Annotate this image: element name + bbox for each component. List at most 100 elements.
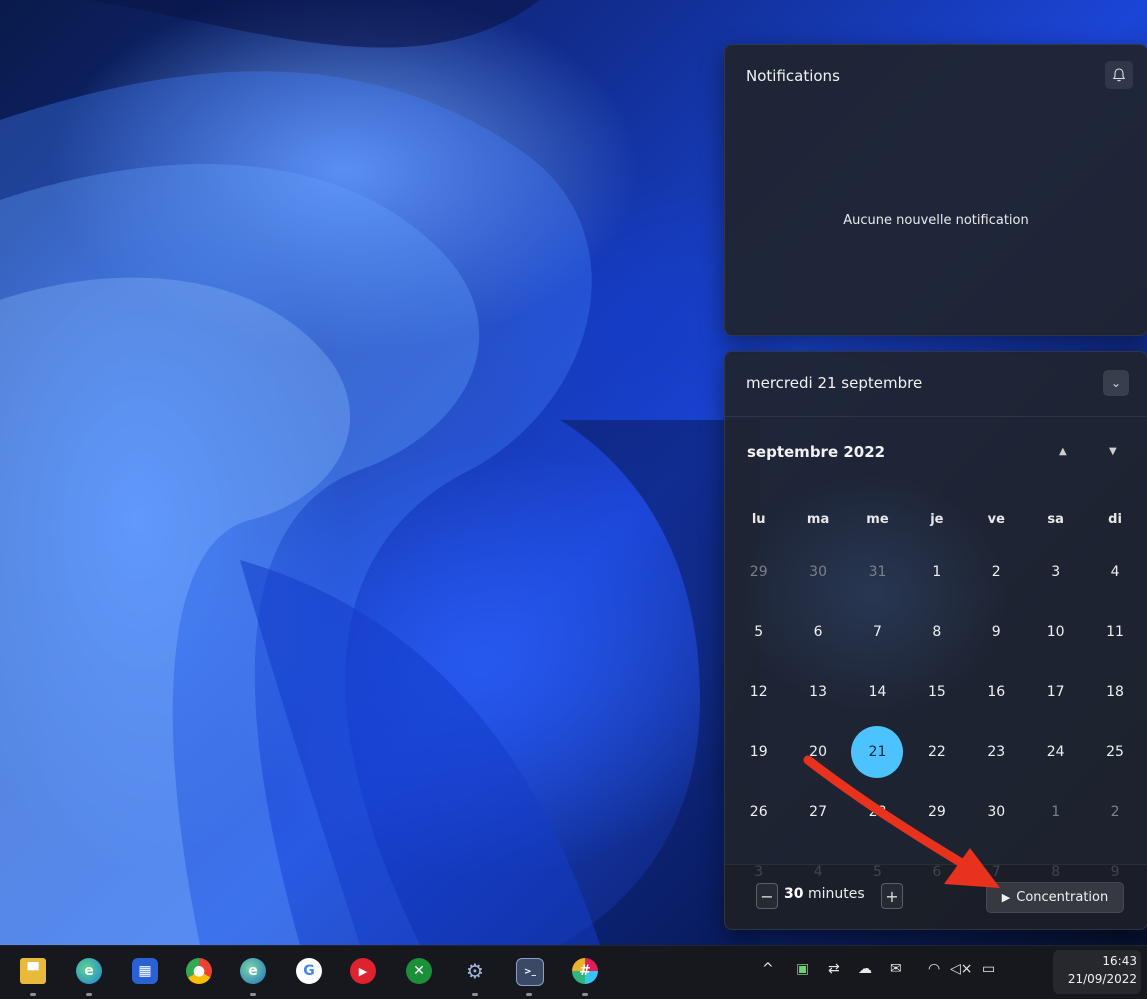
calendar-day[interactable]: 26	[729, 782, 788, 842]
previous-month-icon[interactable]: ▲	[1059, 446, 1067, 457]
calendar-day[interactable]: 2	[967, 542, 1026, 602]
calendar-day[interactable]: 17	[1026, 662, 1085, 722]
running-indicator	[526, 993, 532, 996]
calendar-day[interactable]: 1	[1026, 782, 1085, 842]
calendar-day[interactable]: 27	[788, 782, 847, 842]
calendar-day[interactable]: 31	[848, 542, 907, 602]
slack-icon[interactable]: #	[572, 958, 598, 984]
calendar-day[interactable]: 25	[1085, 722, 1144, 782]
volume-muted-icon[interactable]: ◁×	[950, 961, 973, 977]
media-player-icon[interactable]: ▶	[350, 958, 376, 984]
xbox-icon[interactable]: ✕	[406, 958, 432, 984]
calendar-week-row: 26 27 28 29 30 1 2	[729, 782, 1145, 842]
calendar-day[interactable]: 5	[729, 602, 788, 662]
collapse-calendar-button[interactable]: ⌄	[1103, 370, 1129, 396]
chrome-icon[interactable]: ●	[186, 958, 212, 984]
calendar-day[interactable]: 14	[848, 662, 907, 722]
calendar-week-row: 19 20 21 22 23 24 25	[729, 722, 1145, 782]
next-month-icon[interactable]: ▼	[1109, 446, 1117, 457]
start-focus-button[interactable]: ▶ Concentration	[986, 882, 1124, 913]
calendar-day[interactable]: 19	[729, 722, 788, 782]
calendar-day[interactable]: 10	[1026, 602, 1085, 662]
calendar-day[interactable]: 6	[788, 602, 847, 662]
weekday-row: lu ma me je ve sa di	[729, 498, 1145, 542]
app-tray-icon[interactable]: ▣	[796, 961, 809, 977]
calendar-grid: lu ma me je ve sa di 29 30 31 1 2 3 4 5 6 7 8 9 10 11 12 13 14…	[729, 498, 1145, 902]
bell-clock-icon[interactable]	[1105, 61, 1133, 89]
settings-icon[interactable]: ⚙	[462, 958, 488, 984]
calendar-day[interactable]: 12	[729, 662, 788, 722]
mail-icon[interactable]: ✉	[890, 961, 902, 977]
focus-duration-unit: minutes	[807, 886, 865, 902]
calendar-day[interactable]: 2	[1085, 782, 1144, 842]
no-notifications-text: Aucune nouvelle notification	[843, 213, 1029, 228]
running-indicator	[30, 993, 36, 996]
calendar-day[interactable]: 20	[788, 722, 847, 782]
calendar-day[interactable]: 1	[907, 542, 966, 602]
calendar-day[interactable]: 29	[907, 782, 966, 842]
calendar-day[interactable]: 18	[1085, 662, 1144, 722]
calendar-weeks: 29 30 31 1 2 3 4 5 6 7 8 9 10 11 12 13 14 15 16 17 18 19 20 21 2…	[729, 542, 1145, 902]
calendar-day[interactable]: 4	[1085, 542, 1144, 602]
calendar-day[interactable]: 24	[1026, 722, 1085, 782]
calendar-week-row: 29 30 31 1 2 3 4	[729, 542, 1145, 602]
weekday-label: me	[866, 512, 889, 527]
calendar-panel: mercredi 21 septembre ⌄ septembre 2022 ▲…	[724, 351, 1147, 930]
calendar-day[interactable]: 16	[967, 662, 1026, 722]
weekday-label: ma	[806, 512, 830, 527]
increase-duration-button[interactable]: +	[881, 883, 903, 909]
calendar-day[interactable]: 8	[907, 602, 966, 662]
notifications-panel: Notifications Aucune nouvelle notificati…	[724, 44, 1147, 336]
google-icon[interactable]: G	[296, 958, 322, 984]
onedrive-icon[interactable]: ☁	[858, 961, 872, 977]
running-indicator	[250, 993, 256, 996]
calendar-day[interactable]: 29	[729, 542, 788, 602]
file-explorer-icon[interactable]: ▀	[20, 958, 46, 984]
weekday-label: lu	[751, 512, 766, 527]
edge-icon[interactable]: e	[76, 958, 102, 984]
weekday-label: ve	[987, 512, 1005, 527]
calendar-header: mercredi 21 septembre ⌄	[725, 352, 1147, 417]
calendar-day[interactable]: 30	[788, 542, 847, 602]
calendar-day-today[interactable]: 21	[848, 722, 907, 782]
calendar-day[interactable]: 28	[848, 782, 907, 842]
calendar-day[interactable]: 15	[907, 662, 966, 722]
notifications-title: Notifications	[746, 67, 840, 85]
edge-canary-icon[interactable]: e	[240, 958, 266, 984]
calendar-day[interactable]: 11	[1085, 602, 1144, 662]
calendar-day[interactable]: 23	[967, 722, 1026, 782]
wifi-icon[interactable]: ◠	[928, 961, 940, 977]
calendar-week-row: 12 13 14 15 16 17 18	[729, 662, 1145, 722]
start-focus-label: Concentration	[1016, 890, 1109, 905]
calendar-body: septembre 2022 ▲ ▼ lu ma me je ve sa di 29 30 31…	[725, 416, 1147, 880]
decrease-duration-button[interactable]: −	[756, 883, 778, 909]
taskbar-clock[interactable]: 16:43 21/09/2022	[1067, 952, 1137, 988]
calendar-day[interactable]: 9	[967, 602, 1026, 662]
clock-time: 16:43	[1102, 954, 1137, 968]
chevron-up-icon[interactable]: ^	[762, 961, 774, 977]
calendar-date-header: mercredi 21 septembre	[746, 374, 923, 392]
running-indicator	[472, 993, 478, 996]
calendar-day[interactable]: 30	[967, 782, 1026, 842]
network-icon[interactable]: ⇄	[828, 961, 840, 977]
calendar-day[interactable]: 22	[907, 722, 966, 782]
focus-duration: 30 minutes	[784, 886, 865, 902]
calendar-day[interactable]: 7	[848, 602, 907, 662]
running-indicator	[582, 993, 588, 996]
chevron-down-icon: ⌄	[1110, 376, 1122, 390]
calendar-week-row: 5 6 7 8 9 10 11	[729, 602, 1145, 662]
battery-icon[interactable]: ▭	[982, 961, 995, 977]
weekday-label: di	[1108, 512, 1122, 527]
month-label: septembre 2022	[747, 443, 886, 461]
taskbar: ▀ e ▦ ● e G ▶ ✕ ⚙ >_ # ^ ▣ ⇄ ☁ ✉ ◠ ◁× ▭ …	[0, 945, 1147, 999]
bell-icon-shape	[1112, 68, 1126, 82]
calendar-day[interactable]: 13	[788, 662, 847, 722]
clock-date: 21/09/2022	[1067, 972, 1137, 986]
microsoft-store-icon[interactable]: ▦	[132, 958, 158, 984]
running-indicator	[86, 993, 92, 996]
today-highlight: 21	[851, 726, 904, 778]
calendar-day[interactable]: 3	[1026, 542, 1085, 602]
weekday-label: je	[930, 512, 944, 527]
weekday-label: sa	[1047, 512, 1064, 527]
terminal-icon[interactable]: >_	[516, 958, 544, 986]
